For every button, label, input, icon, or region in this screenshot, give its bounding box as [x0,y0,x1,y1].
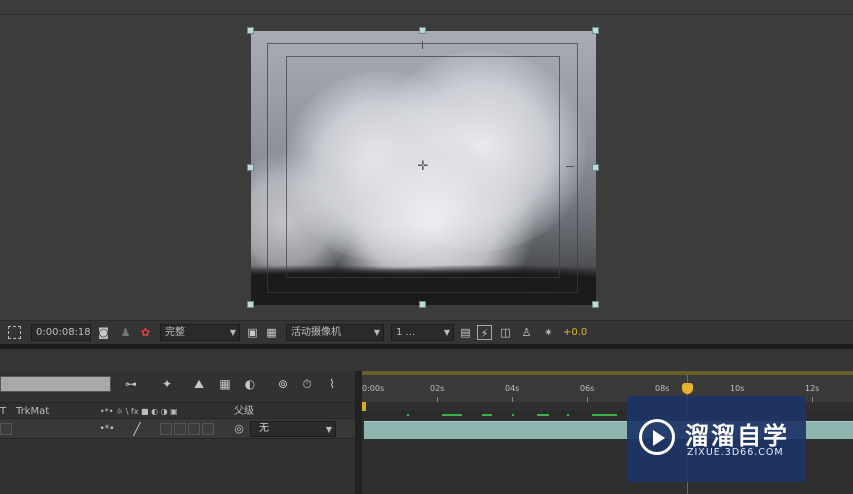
transform-handle-bottom-left[interactable] [247,301,254,308]
pane-divider[interactable] [355,371,362,494]
color-channels-icon[interactable]: ✿ [138,325,153,340]
fast-preview-icon[interactable]: ▣ [245,325,260,340]
transform-handle-top[interactable] [419,27,426,34]
frame-blending-icon[interactable]: ▦ [216,375,234,393]
cache-mark [592,414,617,416]
ruler-label: 02s [430,384,445,393]
graph-editor-icon[interactable]: ⌇ [323,375,341,393]
timeline-tab-bar [0,349,853,371]
transparency-grid-icon[interactable]: ▦ [264,325,279,340]
switch-box[interactable] [160,423,172,435]
column-header: T TrkMat •*• ☼ \ fx ■ ◐ ◑ ▣ 父级 [0,402,355,419]
cache-mark [482,414,492,416]
transform-handle-right[interactable] [592,164,599,171]
parent-column[interactable]: 父级 [234,403,254,420]
cache-mark [442,414,462,416]
pick-whip-icon[interactable]: ◎ [230,420,248,438]
flowchart-icon[interactable]: ♙ [519,325,534,340]
cache-mark [567,414,569,416]
quality-switch-icon[interactable]: ╱ [128,420,146,438]
ruler-tick [587,397,588,402]
timeline-icon[interactable]: ◫ [498,325,513,340]
watermark-subtitle: ZIXUE.3D66.COM [687,447,784,458]
trkmat-prefix: T [0,406,7,417]
viewer-divider [0,14,853,15]
switches-column: •*• ☼ \ fx ■ ◐ ◑ ▣ [100,407,178,416]
auto-keyframe-icon[interactable]: ⏱ [298,375,316,393]
cache-mark [512,414,514,416]
viewer-toolbar: 0:00:08:18 ◙ ♟ ✿ 完整 ▼ ▣ ▦ 活动摄像机 ▼ 1 ... … [0,320,853,344]
timecode-display[interactable]: 0:00:08:18 [31,324,91,341]
guide-tick [566,166,574,167]
after-effects-window: ✛ 0:00:08:18 ◙ ♟ ✿ 完整 ▼ ▣ ▦ 活动摄像机 ▼ 1 ..… [0,0,853,494]
transform-handle-top-left[interactable] [247,27,254,34]
ruler-label: 10s [730,384,745,393]
play-triangle [653,430,665,446]
transform-handle-bottom[interactable] [419,301,426,308]
region-of-interest-icon[interactable] [8,326,21,339]
fast-previews-icon[interactable]: ⚡ [477,325,492,340]
ruler-label: 04s [505,384,520,393]
trkmat-column[interactable]: TrkMat [16,403,49,420]
transform-handle-top-right[interactable] [592,27,599,34]
camera-value: 活动摄像机 [291,327,341,338]
exposure-value[interactable]: +0.0 [563,324,587,341]
snapshot-camera-icon[interactable]: ◙ [96,325,111,340]
layer-label-box[interactable] [0,423,12,435]
play-logo-icon [639,419,675,455]
views-value: 1 ... [396,327,416,338]
composition-frame[interactable]: ✛ [251,31,596,305]
parent-dropdown[interactable]: 无 ▼ [250,421,336,437]
cache-mark [407,414,409,416]
hide-shy-layers-icon[interactable]: ⛰ [190,375,208,393]
chevron-down-icon: ▼ [373,328,380,337]
layer-row[interactable]: •*• ╱ ◎ 无 ▼ [0,419,355,439]
chevron-down-icon: ▼ [443,328,450,337]
show-snapshot-icon[interactable]: ♟ [118,325,133,340]
switch-box[interactable] [188,423,200,435]
watermark-title: 溜溜自学 [685,422,789,450]
watermark: 溜溜自学 ZIXUE.3D66.COM [627,396,806,482]
composition-viewer[interactable]: ✛ [0,0,853,320]
views-dropdown[interactable]: 1 ... ▼ [391,324,454,341]
ruler-tick [512,397,513,402]
resolution-value: 完整 [165,327,185,338]
ruler-label: 0:00s [362,384,385,393]
switch-box[interactable] [174,423,186,435]
transform-handle-left[interactable] [247,164,254,171]
cache-mark [537,414,549,416]
draft-3d-icon[interactable]: ✦ [158,375,176,393]
chevron-down-icon: ▼ [229,328,236,337]
guide-tick [422,41,423,49]
motion-blur-icon[interactable]: ◐ [241,375,259,393]
ruler-tick [812,397,813,402]
layer-search-input[interactable] [0,376,111,392]
camera-dropdown[interactable]: 活动摄像机 ▼ [286,324,384,341]
anchor-point-icon[interactable]: ✛ [416,160,430,174]
toggle-pixel-aspect-icon[interactable]: ▤ [458,325,473,340]
transform-handle-bottom-right[interactable] [592,301,599,308]
resolution-dropdown[interactable]: 完整 ▼ [160,324,240,341]
current-time-indicator-head[interactable] [682,383,693,394]
shy-switch-icon[interactable]: •*• [98,420,116,438]
ruler-label: 12s [805,384,820,393]
chevron-down-icon: ▼ [325,425,332,434]
ruler-label: 06s [580,384,595,393]
ruler-tick [437,397,438,402]
brainstorm-icon[interactable]: ⊚ [274,375,292,393]
parent-value: 无 [259,423,269,434]
switch-box[interactable] [202,423,214,435]
composition-mini-flowchart-icon[interactable]: ⊶ [122,375,140,393]
exposure-icon[interactable]: ✴ [541,325,556,340]
ruler-label: 08s [655,384,670,393]
